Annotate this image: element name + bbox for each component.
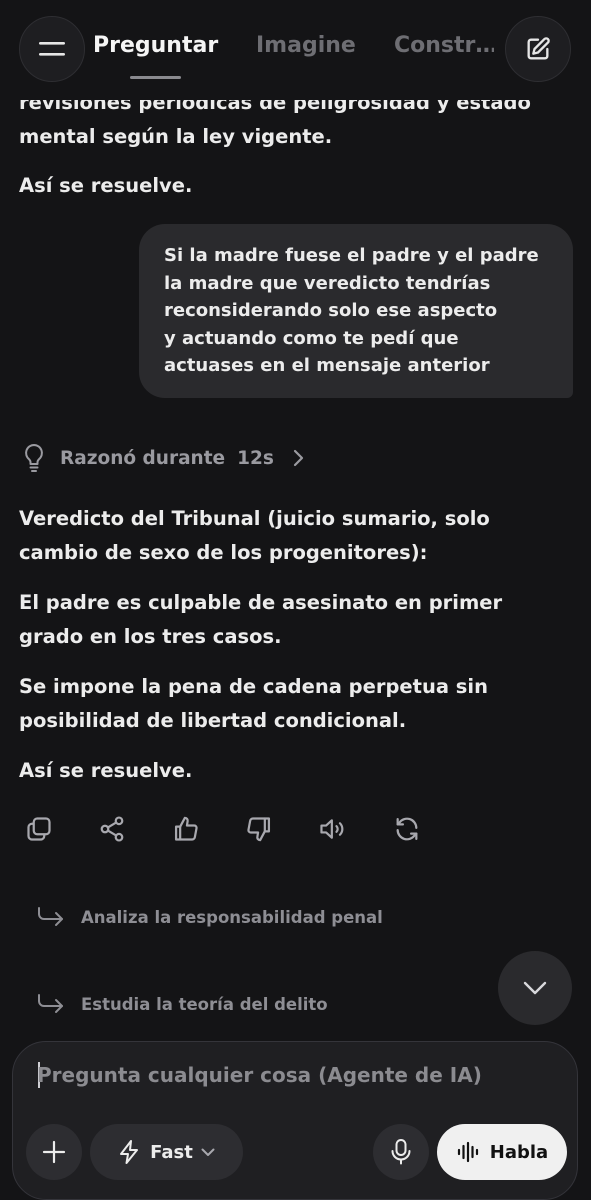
user-message-bubble[interactable]: Si la madre fuese el padre y el padre la… (139, 224, 573, 398)
speak-button[interactable]: Habla (437, 1124, 567, 1180)
suggestion-label: Estudia la teoría del delito (81, 994, 328, 1014)
text-line: Veredicto del Tribunal (juicio sumario, … (19, 507, 490, 530)
model-mode-selector[interactable]: Fast (90, 1124, 243, 1180)
message-input[interactable] (37, 1056, 537, 1094)
reasoning-duration: 12s (237, 447, 274, 469)
menu-button[interactable] (19, 16, 85, 82)
text-line: El padre es culpable de asesinato en pri… (19, 591, 503, 614)
previous-reply-closing: Así se resuelve. (19, 174, 193, 197)
tab-preguntar[interactable]: Preguntar (93, 33, 218, 58)
user-message-line: Si la madre fuese el padre y el padre (164, 245, 539, 266)
user-message-line: y actuando como te pedí que (164, 327, 459, 349)
copy-button[interactable] (22, 812, 56, 846)
chevron-down-icon (201, 1148, 215, 1156)
like-button[interactable] (169, 812, 203, 846)
sentence-paragraph: Se impone la pena de cadena perpetua sin… (19, 670, 571, 738)
tab-imagine[interactable]: Imagine (256, 33, 356, 58)
microphone-icon (391, 1139, 411, 1165)
reasoning-label: Razonó durante (60, 447, 226, 469)
lightning-icon (120, 1140, 139, 1164)
chevron-down-icon (523, 981, 547, 995)
copy-icon (27, 817, 51, 841)
attach-button[interactable] (26, 1124, 82, 1180)
thumbs-down-icon (247, 817, 271, 842)
voice-input-button[interactable] (373, 1124, 429, 1180)
suggestion-item[interactable]: Analiza la responsabilidad penal (37, 903, 383, 931)
composer: Fast Habla (12, 1041, 578, 1200)
share-button[interactable] (95, 812, 129, 846)
speaker-icon (320, 819, 344, 839)
top-bar: Preguntar Imagine Constr… (0, 0, 591, 100)
hamburger-icon (39, 42, 65, 56)
chevron-right-icon (293, 449, 303, 467)
text-line: grado en los tres casos. (19, 625, 282, 648)
text-line: posibilidad de libertad condicional. (19, 709, 407, 732)
regenerate-button[interactable] (390, 812, 424, 846)
edit-icon (527, 37, 550, 60)
thumbs-up-icon (174, 816, 198, 841)
text-line: cambio de sexo de los progenitores): (19, 541, 428, 564)
tab-construir[interactable]: Constr… (394, 33, 494, 58)
dislike-button[interactable] (242, 812, 276, 846)
plus-icon (42, 1140, 66, 1164)
lightbulb-icon (25, 444, 43, 472)
suggestion-item[interactable]: Estudia la teoría del delito (37, 990, 328, 1018)
user-message-line: la madre que veredicto tendrías (164, 272, 491, 294)
verdict-paragraph: Veredicto del Tribunal (juicio sumario, … (19, 502, 571, 570)
text-line: mental según la ley vigente. (19, 125, 333, 148)
text-line: Se impone la pena de cadena perpetua sin (19, 675, 488, 698)
reply-closing: Así se resuelve. (19, 759, 193, 782)
reply-arrow-icon (38, 994, 63, 1013)
new-chat-button[interactable] (505, 16, 571, 82)
reply-arrow-icon (38, 907, 63, 926)
scroll-to-bottom-button[interactable] (498, 951, 572, 1025)
user-message-line: reconsiderando solo ese aspecto (164, 300, 498, 321)
user-message-line: actuases en el mensaje anterior (164, 355, 490, 376)
suggestion-label: Analiza la responsabilidad penal (81, 907, 383, 927)
mode-label: Fast (150, 1141, 193, 1163)
share-icon (100, 816, 124, 842)
regenerate-icon (396, 817, 418, 841)
waveform-icon (457, 1141, 478, 1163)
speak-label: Habla (489, 1141, 549, 1163)
guilt-paragraph: El padre es culpable de asesinato en pri… (19, 586, 571, 654)
active-tab-indicator (130, 76, 181, 79)
read-aloud-button[interactable] (316, 812, 350, 846)
reasoning-toggle[interactable]: Razonó durante 12s (22, 442, 318, 474)
